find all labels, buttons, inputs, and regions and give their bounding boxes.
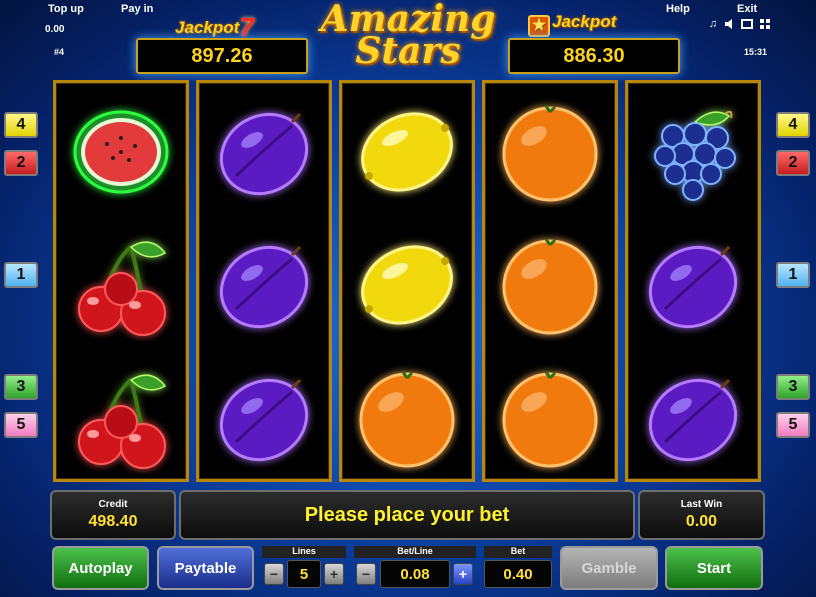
lemon-icon	[342, 219, 472, 351]
message-panel: Please place your bet	[179, 490, 635, 540]
gamble-button[interactable]: Gamble	[560, 546, 658, 590]
line-marker-left-2[interactable]: 2	[4, 150, 38, 176]
bet-line-plus-button[interactable]: +	[453, 563, 473, 585]
right-jackpot-text: Jackpot	[552, 12, 617, 31]
reel-3	[339, 80, 475, 482]
status-message: Please place your bet	[304, 503, 510, 526]
bet-label: Bet	[484, 546, 552, 558]
line-marker-left-3[interactable]: 3	[4, 374, 38, 400]
sound-icon[interactable]	[724, 18, 736, 30]
bet-line-value: 0.08	[380, 560, 450, 588]
autoplay-button[interactable]: Autoplay	[52, 546, 149, 590]
right-jackpot-value: 886.30	[508, 38, 680, 74]
star-icon: ★	[528, 15, 550, 37]
game-logo: Amazing Stars	[318, 1, 498, 74]
paytable-button[interactable]: Paytable	[157, 546, 254, 590]
plum-icon	[199, 352, 329, 484]
lines-value: 5	[287, 560, 321, 588]
right-jackpot-label: ★ Jackpot	[528, 12, 616, 37]
orange-icon	[342, 352, 472, 484]
line-marker-left-5[interactable]: 5	[4, 412, 38, 438]
lines-plus-button[interactable]: +	[324, 563, 344, 585]
lines-minus-button[interactable]: −	[264, 563, 284, 585]
game-number: #4	[54, 47, 65, 57]
help-link[interactable]: Help	[666, 3, 690, 15]
music-icon[interactable]: ♫	[707, 18, 719, 30]
reel-1	[53, 80, 189, 482]
reel-2	[196, 80, 332, 482]
bet-line-minus-button[interactable]: −	[356, 563, 376, 585]
line-marker-right-4[interactable]: 4	[776, 112, 810, 138]
orange-icon	[485, 219, 615, 351]
bet-value: 0.40	[484, 560, 552, 588]
clock: 15:31	[744, 47, 768, 57]
cherries-icon	[56, 352, 186, 484]
reel-4	[482, 80, 618, 482]
exit-link[interactable]: Exit	[737, 3, 757, 15]
orange-icon	[485, 352, 615, 484]
reel-5	[625, 80, 761, 482]
last-win-value: 0.00	[685, 513, 718, 530]
plum-icon	[199, 219, 329, 351]
cherries-icon	[56, 219, 186, 351]
last-win-label: Last Win	[680, 499, 723, 510]
fullscreen-icon[interactable]	[741, 18, 753, 30]
last-win-panel: Last Win 0.00	[638, 490, 765, 540]
watermelon-icon	[56, 86, 186, 218]
grapes-icon	[628, 86, 758, 218]
start-button[interactable]: Start	[665, 546, 763, 590]
bet-line-label: Bet/Line	[354, 546, 476, 558]
line-marker-right-5[interactable]: 5	[776, 412, 810, 438]
orange-icon	[485, 86, 615, 218]
plum-icon	[628, 219, 758, 351]
credit-label: Credit	[98, 499, 128, 510]
plum-icon	[628, 352, 758, 484]
line-marker-right-1[interactable]: 1	[776, 262, 810, 288]
lines-label: Lines	[262, 546, 346, 558]
credit-value: 498.40	[88, 513, 138, 530]
balance-display: 0.00	[45, 24, 65, 35]
pay-in-link[interactable]: Pay in	[121, 3, 153, 15]
line-marker-right-3[interactable]: 3	[776, 374, 810, 400]
line-marker-left-1[interactable]: 1	[4, 262, 38, 288]
credit-panel: Credit 498.40	[50, 490, 176, 540]
line-marker-left-4[interactable]: 4	[4, 112, 38, 138]
left-jackpot-value: 897.26	[136, 38, 308, 74]
left-jackpot-text: Jackpot	[175, 18, 240, 37]
plum-icon	[199, 86, 329, 218]
top-up-link[interactable]: Top up	[48, 3, 84, 15]
lemon-icon	[342, 86, 472, 218]
line-marker-right-2[interactable]: 2	[776, 150, 810, 176]
settings-grid-icon[interactable]	[759, 18, 771, 30]
